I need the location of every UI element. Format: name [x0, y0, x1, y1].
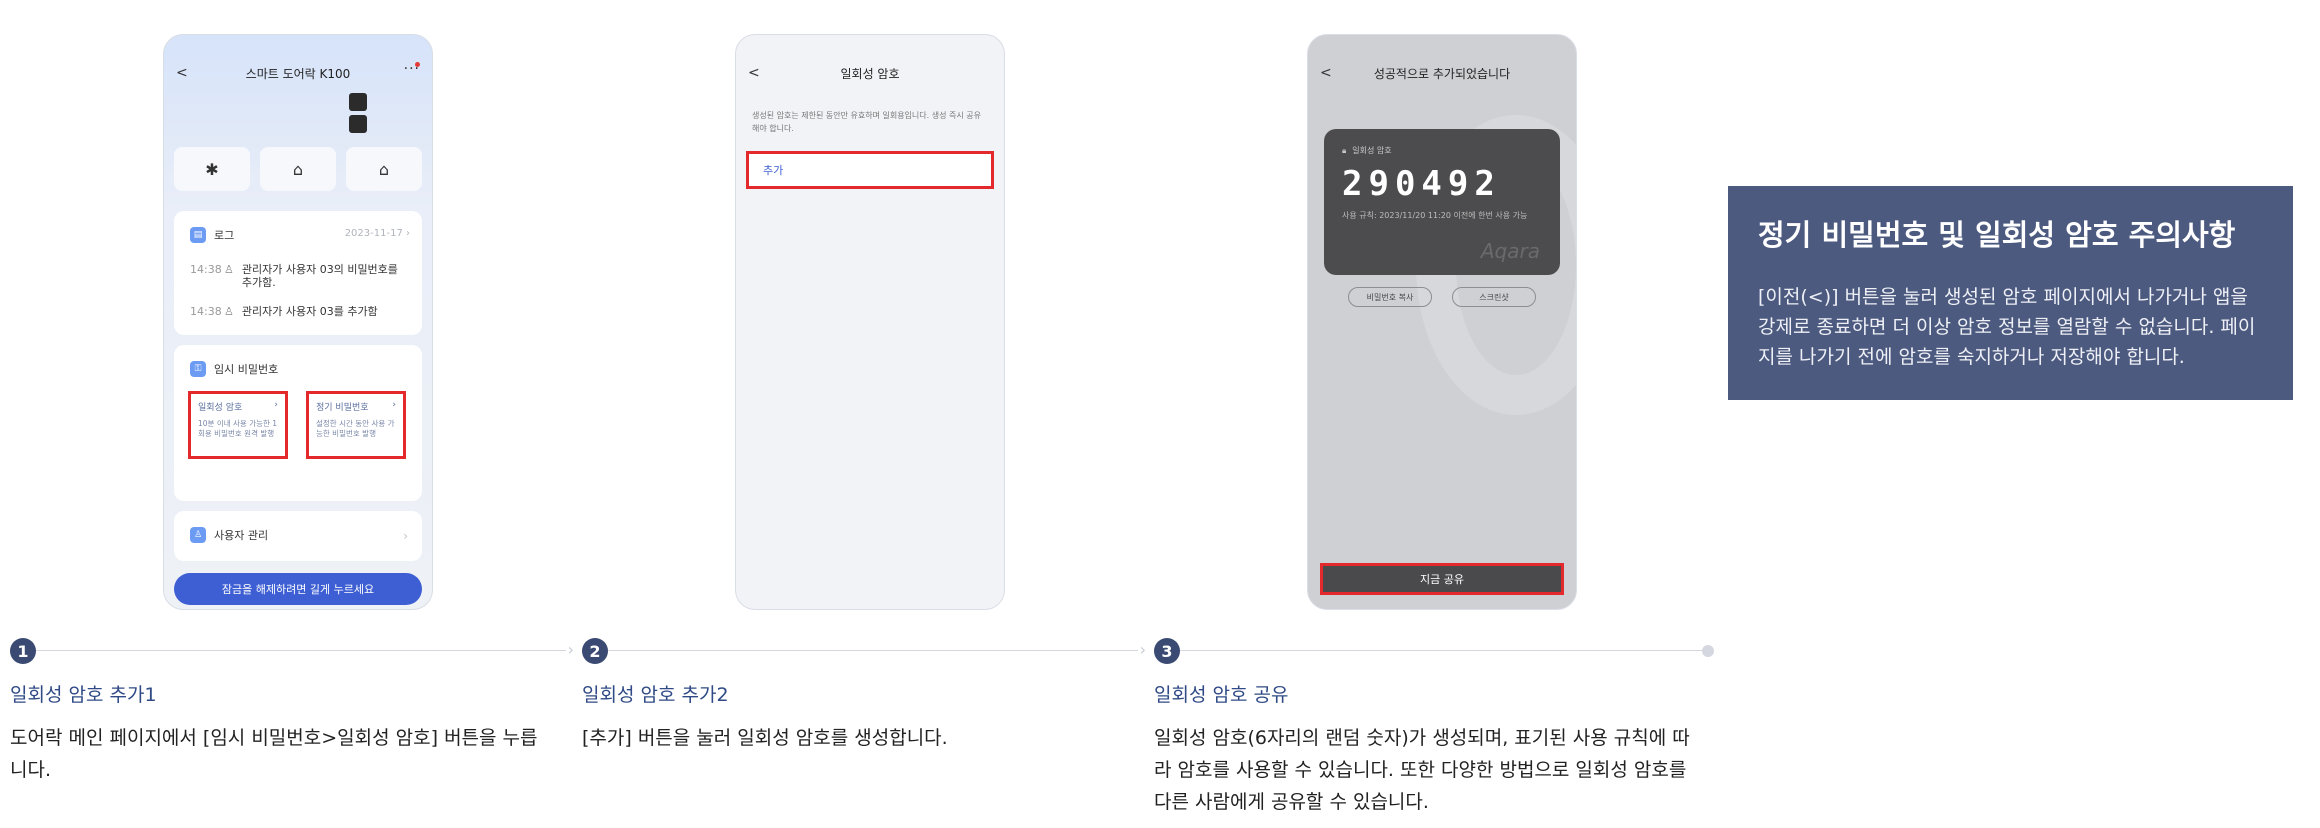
screen-title: 스마트 도어락 K100	[245, 67, 351, 81]
screen-description: 생성된 암호는 제한된 동안만 유효하며 일회용입니다. 생성 즉시 공유해야 …	[752, 111, 981, 133]
temp-password-card: ⚿ 임시 비밀번호 일회성 암호 › 10분 이내 사용 가능한 1회용 비밀번호…	[174, 345, 422, 501]
password-card: 🔒︎ 일회성 암호 290492 사용 규칙: 2023/11/20 11:20…	[1324, 129, 1560, 275]
user-icon: ♙	[224, 305, 234, 318]
step-number: 1	[10, 638, 36, 664]
back-chevron-icon[interactable]: <	[748, 65, 760, 81]
share-now-button[interactable]: 지금 공유	[1320, 563, 1564, 595]
unlock-button[interactable]: 잠금을 해제하려면 길게 누르세요	[174, 573, 422, 605]
log-icon: ▤	[190, 227, 206, 243]
usage-rule: 사용 규칙: 2023/11/20 11:20 이전에 한번 사용 가능	[1342, 211, 1528, 220]
back-chevron-icon[interactable]: <	[176, 65, 188, 81]
notification-dot	[415, 62, 420, 67]
screenshot-button[interactable]: 스크린샷	[1452, 287, 1536, 307]
bluetooth-icon[interactable]: ✱	[174, 147, 250, 191]
log-text: 관리자가 사용자 03를 추가함	[241, 305, 378, 318]
gateway-icon[interactable]: ⌂	[260, 147, 336, 191]
log-time: 14:38	[190, 305, 222, 318]
option-title: 정기 비밀번호	[316, 403, 369, 413]
home-icon[interactable]: ⌂	[346, 147, 422, 191]
step-connector	[36, 650, 566, 651]
notice-box: 정기 비밀번호 및 일회성 암호 주의사항 [이전(<)] 버튼을 눌러 생성된…	[1728, 186, 2293, 400]
log-entry: 14:38 ♙ 관리자가 사용자 03를 추가함	[190, 305, 406, 318]
screen-title: 일회성 암호	[840, 67, 900, 81]
phone-screen-main: < 스마트 도어락 K100 ··· ✱ ⌂ ⌂ ▤ 로그 2023-11-17…	[163, 34, 433, 610]
step-description: 일회성 암호(6자리의 랜덤 숫자)가 생성되며, 표기된 사용 규칙에 따라 …	[1154, 727, 1690, 813]
password-code: 290492	[1342, 164, 1501, 204]
step-connector	[1180, 650, 1710, 651]
option-title: 일회성 암호	[198, 403, 243, 413]
screen-title: 성공적으로 추가되었습니다	[1373, 67, 1511, 81]
step-title: 일회성 암호 추가2	[582, 684, 729, 706]
brand-logo: Aqara	[1480, 239, 1540, 263]
one-time-password-option[interactable]: 일회성 암호 › 10분 이내 사용 가능한 1회용 비밀번호 원격 발행	[188, 391, 288, 459]
door-lock-image	[349, 93, 389, 133]
arrow-right-icon: ›	[1139, 640, 1146, 659]
card-label: 일회성 암호	[1352, 146, 1392, 155]
nav-bar: < 일회성 암호	[736, 65, 1004, 83]
step-description: 도어락 메인 페이지에서 [임시 비밀번호>일회성 암호] 버튼을 누릅니다.	[10, 727, 538, 781]
step-title: 일회성 암호 추가1	[10, 684, 157, 706]
end-dot-icon	[1702, 645, 1714, 657]
temp-password-label: 임시 비밀번호	[214, 363, 279, 376]
step-number: 3	[1154, 638, 1180, 664]
notice-title: 정기 비밀번호 및 일회성 암호 주의사항	[1758, 218, 2236, 252]
user-management-card[interactable]: ♙ 사용자 관리 ›	[174, 511, 422, 561]
log-card[interactable]: ▤ 로그 2023-11-17 › 14:38 ♙ 관리자가 사용자 03의 비…	[174, 211, 422, 335]
phone-screen-success: < 성공적으로 추가되었습니다 🔒︎ 일회성 암호 290492 사용 규칙: …	[1307, 34, 1577, 610]
phone-screen-add: < 일회성 암호 생성된 암호는 제한된 동안만 유효하며 일회용입니다. 생성…	[735, 34, 1005, 610]
periodic-password-option[interactable]: 정기 비밀번호 › 설정한 시간 동안 사용 가능한 비밀번호 발행	[306, 391, 406, 459]
nav-bar: < 스마트 도어락 K100 ···	[164, 61, 432, 83]
option-desc: 설정한 시간 동안 사용 가능한 비밀번호 발행	[316, 419, 395, 438]
notice-body: [이전(<)] 버튼을 눌러 생성된 암호 페이지에서 나가거나 앱을 강제로 …	[1758, 286, 2256, 368]
log-time: 14:38	[190, 263, 222, 276]
arrow-right-icon: ›	[567, 640, 574, 659]
user-icon: ♙	[224, 263, 234, 276]
quick-actions: ✱ ⌂ ⌂	[174, 147, 422, 191]
user-icon: ♙	[190, 527, 206, 543]
nav-bar: < 성공적으로 추가되었습니다	[1308, 65, 1576, 83]
log-entry: 14:38 ♙ 관리자가 사용자 03의 비밀번호를 추가함.	[190, 263, 406, 289]
back-chevron-icon[interactable]: <	[1320, 65, 1332, 81]
chevron-right-icon: ›	[403, 529, 408, 543]
add-button[interactable]: 추가	[746, 151, 994, 189]
step-connector	[608, 650, 1138, 651]
step-title: 일회성 암호 공유	[1154, 684, 1289, 706]
option-desc: 10분 이내 사용 가능한 1회용 비밀번호 원격 발행	[198, 419, 278, 438]
copy-password-button[interactable]: 비밀번호 복사	[1348, 287, 1432, 307]
key-icon: ⚿	[190, 361, 206, 377]
log-label: 로그	[214, 229, 235, 242]
log-text: 관리자가 사용자 03의 비밀번호를 추가함.	[241, 263, 398, 289]
log-date: 2023-11-17 ›	[344, 228, 410, 239]
lock-icon: 🔒︎	[1342, 145, 1347, 155]
step-number: 2	[582, 638, 608, 664]
step-description: [추가] 버튼을 눌러 일회성 암호를 생성합니다.	[582, 727, 948, 749]
user-management-label: 사용자 관리	[214, 529, 269, 542]
